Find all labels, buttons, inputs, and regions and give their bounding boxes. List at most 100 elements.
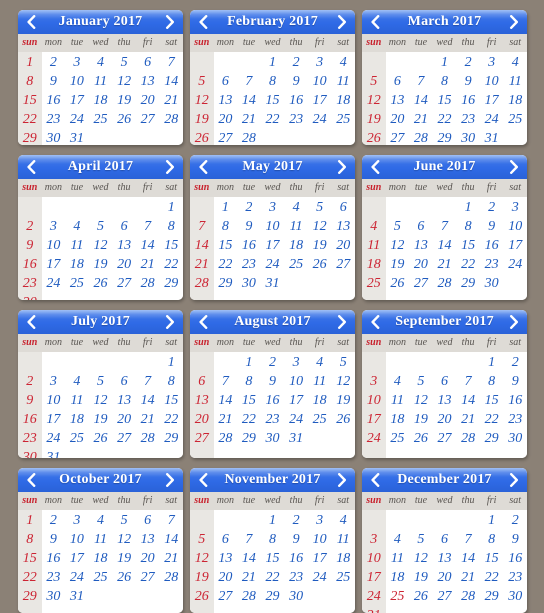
day-cell[interactable]: 21 (159, 549, 183, 568)
day-cell[interactable]: 22 (480, 568, 504, 587)
day-cell[interactable]: 10 (362, 549, 386, 568)
day-cell[interactable]: 7 (237, 530, 261, 549)
day-cell[interactable]: 29 (237, 429, 261, 448)
day-cell[interactable]: 14 (456, 391, 480, 410)
day-cell[interactable]: 9 (42, 72, 66, 91)
day-cell[interactable]: 18 (308, 391, 332, 410)
day-cell[interactable]: 30 (503, 429, 527, 448)
day-cell[interactable]: 23 (503, 568, 527, 587)
day-cell[interactable]: 27 (409, 274, 433, 293)
day-cell[interactable]: 14 (409, 91, 433, 110)
day-cell[interactable]: 31 (42, 448, 66, 458)
prev-month-button-august[interactable] (196, 313, 210, 331)
day-cell[interactable]: 16 (18, 410, 42, 429)
day-cell[interactable]: 24 (362, 587, 386, 606)
day-cell[interactable]: 16 (456, 91, 480, 110)
day-cell[interactable]: 22 (18, 110, 42, 129)
day-cell[interactable]: 28 (190, 274, 214, 293)
next-month-button-april[interactable] (163, 158, 177, 176)
day-cell[interactable]: 26 (362, 129, 386, 145)
day-cell[interactable]: 15 (214, 236, 238, 255)
day-cell[interactable]: 3 (284, 353, 308, 372)
day-cell[interactable]: 22 (159, 255, 183, 274)
day-cell[interactable]: 6 (331, 198, 355, 217)
day-cell[interactable]: 25 (89, 568, 113, 587)
day-cell[interactable]: 2 (261, 353, 285, 372)
day-cell[interactable]: 4 (503, 53, 527, 72)
day-cell[interactable]: 27 (331, 255, 355, 274)
day-cell[interactable]: 10 (42, 236, 66, 255)
day-cell[interactable]: 21 (456, 568, 480, 587)
day-cell[interactable]: 24 (284, 410, 308, 429)
prev-month-button-november[interactable] (196, 471, 210, 489)
day-cell[interactable]: 29 (214, 274, 238, 293)
day-cell[interactable]: 15 (261, 91, 285, 110)
day-cell[interactable]: 7 (159, 511, 183, 530)
day-cell[interactable]: 29 (159, 429, 183, 448)
day-cell[interactable]: 14 (433, 236, 457, 255)
day-cell[interactable]: 13 (112, 236, 136, 255)
day-cell[interactable]: 17 (308, 91, 332, 110)
day-cell[interactable]: 5 (308, 198, 332, 217)
day-cell[interactable]: 14 (136, 391, 160, 410)
prev-month-button-december[interactable] (368, 471, 382, 489)
day-cell[interactable]: 16 (284, 549, 308, 568)
day-cell[interactable]: 20 (433, 568, 457, 587)
day-cell[interactable]: 11 (308, 372, 332, 391)
day-cell[interactable]: 10 (503, 217, 527, 236)
day-cell[interactable]: 27 (136, 110, 160, 129)
day-cell[interactable]: 18 (65, 410, 89, 429)
day-cell[interactable]: 19 (386, 255, 410, 274)
day-cell[interactable]: 14 (456, 549, 480, 568)
day-cell[interactable]: 2 (284, 511, 308, 530)
day-cell[interactable]: 26 (190, 587, 214, 606)
day-cell[interactable]: 26 (89, 274, 113, 293)
day-cell[interactable]: 9 (261, 372, 285, 391)
day-cell[interactable]: 5 (331, 353, 355, 372)
day-cell[interactable]: 10 (308, 72, 332, 91)
day-cell[interactable]: 3 (65, 53, 89, 72)
day-cell[interactable]: 7 (433, 217, 457, 236)
day-cell[interactable]: 12 (190, 549, 214, 568)
day-cell[interactable]: 27 (112, 274, 136, 293)
day-cell[interactable]: 26 (112, 110, 136, 129)
day-cell[interactable]: 17 (42, 255, 66, 274)
day-cell[interactable]: 26 (386, 274, 410, 293)
day-cell[interactable]: 5 (190, 530, 214, 549)
day-cell[interactable]: 24 (503, 255, 527, 274)
day-cell[interactable]: 15 (480, 549, 504, 568)
day-cell[interactable]: 24 (42, 429, 66, 448)
day-cell[interactable]: 3 (480, 53, 504, 72)
day-cell[interactable]: 23 (284, 568, 308, 587)
day-cell[interactable]: 1 (18, 53, 42, 72)
day-cell[interactable]: 12 (409, 549, 433, 568)
day-cell[interactable]: 30 (503, 587, 527, 606)
day-cell[interactable]: 26 (331, 410, 355, 429)
day-cell[interactable]: 10 (65, 530, 89, 549)
day-cell[interactable]: 24 (480, 110, 504, 129)
day-cell[interactable]: 10 (261, 217, 285, 236)
day-cell[interactable]: 11 (503, 72, 527, 91)
day-cell[interactable]: 18 (503, 91, 527, 110)
day-cell[interactable]: 16 (261, 391, 285, 410)
day-cell[interactable]: 25 (503, 110, 527, 129)
day-cell[interactable]: 4 (89, 511, 113, 530)
day-cell[interactable]: 6 (214, 72, 238, 91)
day-cell[interactable]: 13 (433, 549, 457, 568)
prev-month-button-june[interactable] (368, 158, 382, 176)
day-cell[interactable]: 9 (503, 530, 527, 549)
day-cell[interactable]: 16 (503, 391, 527, 410)
day-cell[interactable]: 8 (433, 72, 457, 91)
day-cell[interactable]: 22 (261, 110, 285, 129)
day-cell[interactable]: 2 (18, 217, 42, 236)
next-month-button-february[interactable] (335, 13, 349, 31)
day-cell[interactable]: 21 (136, 410, 160, 429)
day-cell[interactable]: 16 (42, 91, 66, 110)
day-cell[interactable]: 23 (42, 568, 66, 587)
day-cell[interactable]: 18 (89, 91, 113, 110)
day-cell[interactable]: 19 (409, 568, 433, 587)
day-cell[interactable]: 16 (18, 255, 42, 274)
day-cell[interactable]: 24 (261, 255, 285, 274)
day-cell[interactable]: 4 (362, 217, 386, 236)
day-cell[interactable]: 11 (65, 391, 89, 410)
